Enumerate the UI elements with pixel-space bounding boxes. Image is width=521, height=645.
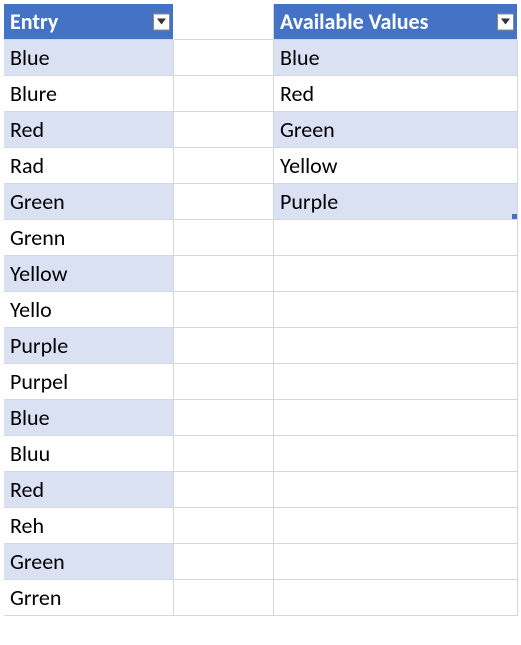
- empty-cell[interactable]: [274, 544, 518, 580]
- cell-text: Red: [10, 476, 44, 503]
- empty-cell[interactable]: [174, 220, 274, 256]
- empty-cell[interactable]: [274, 220, 518, 256]
- available-cell[interactable]: Purple: [274, 184, 518, 220]
- entry-cell[interactable]: Grren: [4, 580, 174, 616]
- spreadsheet-grid: Entry Blue Blure Red Rad Green Grenn Yel…: [4, 4, 517, 616]
- available-cell[interactable]: Red: [274, 76, 518, 112]
- empty-cell[interactable]: [274, 328, 518, 364]
- empty-cell[interactable]: [174, 184, 274, 220]
- entry-cell[interactable]: Purpel: [4, 364, 174, 400]
- entry-cell[interactable]: Rad: [4, 148, 174, 184]
- column-available: Available Values Blue Red Green Yellow P…: [274, 4, 518, 616]
- header-available-label: Available Values: [280, 8, 428, 35]
- empty-cell[interactable]: [274, 580, 518, 616]
- header-entry[interactable]: Entry: [4, 4, 174, 40]
- entry-cell[interactable]: Yello: [4, 292, 174, 328]
- empty-cell[interactable]: [174, 40, 274, 76]
- filter-dropdown-icon[interactable]: [153, 13, 170, 30]
- cell-text: Bluu: [10, 440, 50, 467]
- header-entry-label: Entry: [10, 8, 58, 35]
- empty-cell[interactable]: [174, 112, 274, 148]
- cell-text: Green: [10, 188, 65, 215]
- empty-cell[interactable]: [174, 4, 274, 40]
- cell-text: Red: [10, 116, 44, 143]
- column-entry: Entry Blue Blure Red Rad Green Grenn Yel…: [4, 4, 174, 616]
- entry-cell[interactable]: Reh: [4, 508, 174, 544]
- empty-cell[interactable]: [174, 544, 274, 580]
- empty-cell[interactable]: [274, 292, 518, 328]
- empty-cell[interactable]: [274, 400, 518, 436]
- empty-cell[interactable]: [174, 472, 274, 508]
- entry-cell[interactable]: Green: [4, 184, 174, 220]
- entry-cell[interactable]: Blure: [4, 76, 174, 112]
- cell-text: Purpel: [10, 368, 68, 395]
- entry-cell[interactable]: Blue: [4, 40, 174, 76]
- empty-cell[interactable]: [174, 400, 274, 436]
- cell-text: Yello: [10, 296, 52, 323]
- empty-cell[interactable]: [274, 508, 518, 544]
- empty-cell[interactable]: [174, 256, 274, 292]
- empty-cell[interactable]: [174, 76, 274, 112]
- available-cell[interactable]: Green: [274, 112, 518, 148]
- cell-text: Blue: [280, 44, 320, 71]
- cell-text: Purple: [10, 332, 68, 359]
- empty-cell[interactable]: [174, 364, 274, 400]
- cell-text: Blue: [10, 404, 50, 431]
- empty-cell[interactable]: [174, 148, 274, 184]
- empty-cell[interactable]: [274, 436, 518, 472]
- column-gap: [174, 4, 274, 616]
- filter-dropdown-icon[interactable]: [497, 13, 514, 30]
- entry-cell[interactable]: Purple: [4, 328, 174, 364]
- cell-text: Red: [280, 80, 314, 107]
- cell-text: Blure: [10, 80, 57, 107]
- entry-cell[interactable]: Red: [4, 112, 174, 148]
- entry-cell[interactable]: Green: [4, 544, 174, 580]
- cell-text: Reh: [10, 512, 44, 539]
- empty-cell[interactable]: [274, 256, 518, 292]
- header-available[interactable]: Available Values: [274, 4, 518, 40]
- empty-cell[interactable]: [274, 472, 518, 508]
- empty-cell[interactable]: [174, 508, 274, 544]
- cell-text: Blue: [10, 44, 50, 71]
- entry-cell[interactable]: Yellow: [4, 256, 174, 292]
- entry-cell[interactable]: Red: [4, 472, 174, 508]
- entry-cell[interactable]: Bluu: [4, 436, 174, 472]
- entry-cell[interactable]: Grenn: [4, 220, 174, 256]
- cell-text: Purple: [280, 188, 338, 215]
- empty-cell[interactable]: [174, 328, 274, 364]
- empty-cell[interactable]: [274, 364, 518, 400]
- empty-cell[interactable]: [174, 436, 274, 472]
- cell-text: Grren: [10, 584, 61, 611]
- cell-text: Yellow: [10, 260, 67, 287]
- available-cell[interactable]: Yellow: [274, 148, 518, 184]
- cell-text: Yellow: [280, 152, 337, 179]
- cell-text: Green: [10, 548, 65, 575]
- available-cell[interactable]: Blue: [274, 40, 518, 76]
- cell-text: Green: [280, 116, 335, 143]
- empty-cell[interactable]: [174, 580, 274, 616]
- cell-text: Grenn: [10, 224, 65, 251]
- cell-text: Rad: [10, 152, 44, 179]
- entry-cell[interactable]: Blue: [4, 400, 174, 436]
- empty-cell[interactable]: [174, 292, 274, 328]
